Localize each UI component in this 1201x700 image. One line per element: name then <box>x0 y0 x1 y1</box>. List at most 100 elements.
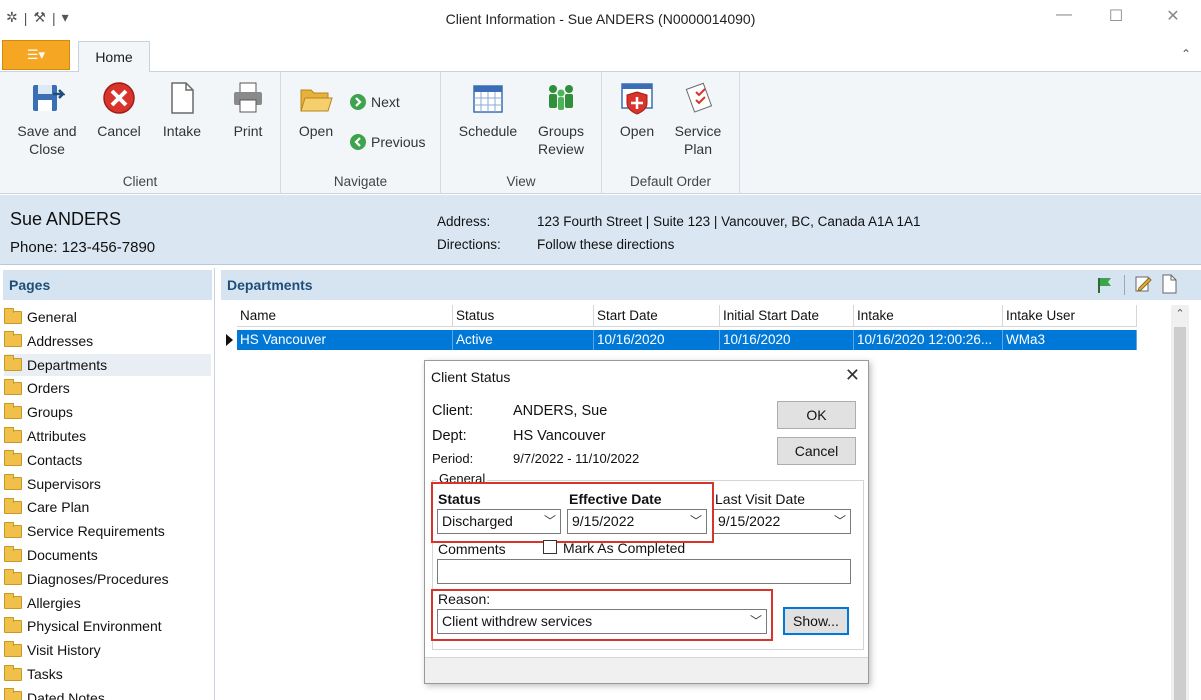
column-header[interactable]: Intake <box>854 305 1003 327</box>
sidebar-item-label: Tasks <box>27 666 63 682</box>
sidebar-item-orders[interactable]: Orders <box>4 377 211 399</box>
comments-label: Comments <box>438 541 506 557</box>
folder-icon <box>4 402 22 419</box>
table-cell: WMa3 <box>1003 330 1137 350</box>
address-label: Address: <box>437 214 491 229</box>
cancel-ribbon-label: Cancel <box>97 123 141 139</box>
groups-review-button[interactable]: Groups Review <box>529 80 593 158</box>
save-and-close-button[interactable]: Save and Close <box>10 80 84 158</box>
sidebar-item-groups[interactable]: Groups <box>4 401 211 423</box>
directions-value: Follow these directions <box>537 237 675 252</box>
column-header[interactable]: Initial Start Date <box>720 305 854 327</box>
folder-icon <box>4 355 22 372</box>
last-visit-date-picker[interactable]: 9/15/2022 ﹀ <box>713 509 851 534</box>
schedule-button[interactable]: Schedule <box>453 80 523 140</box>
people-group-icon <box>549 85 573 110</box>
sidebar-item-departments[interactable]: Departments <box>4 353 211 376</box>
dialog-close-icon[interactable]: ✕ <box>845 365 860 386</box>
sidebar-item-label: General <box>27 309 77 325</box>
sidebar-item-label: Addresses <box>27 332 94 349</box>
ribbon-group-label: Default Order <box>629 174 712 189</box>
sidebar-item-documents[interactable]: Documents <box>4 544 211 566</box>
dialog-status-strip <box>425 657 868 683</box>
sidebar-item-dated-notes[interactable]: Dated Notes <box>4 687 211 700</box>
sidebar-item-care-plan[interactable]: Care Plan <box>4 496 211 518</box>
ribbon-group-client: Save and Close Cancel Intake Print Clien… <box>0 72 281 194</box>
sidebar-item-label: Care Plan <box>27 499 90 516</box>
print-button[interactable]: Print <box>221 80 275 140</box>
sidebar-item-label: Allergies <box>27 594 81 611</box>
directions-label: Directions: <box>437 237 501 252</box>
cancel-ribbon-button[interactable]: Cancel <box>92 80 146 140</box>
sidebar-item-physical-environment[interactable]: Physical Environment <box>4 615 211 637</box>
comments-input[interactable] <box>437 559 851 584</box>
column-header[interactable]: Status <box>453 305 594 327</box>
maximize-button[interactable]: ☐ <box>1104 6 1128 26</box>
edit-note-icon[interactable] <box>1134 275 1152 293</box>
client-value: ANDERS, Sue <box>513 403 608 419</box>
sidebar-item-label: Physical Environment <box>27 618 162 635</box>
service-plan-button[interactable]: Service Plan <box>670 80 726 158</box>
previous-button[interactable]: Previous <box>349 133 425 151</box>
tab-home[interactable]: Home <box>78 41 150 73</box>
cancel-icon <box>103 82 135 114</box>
menu-icon: ☰▾ <box>26 47 46 62</box>
sidebar-item-contacts[interactable]: Contacts <box>4 449 211 471</box>
service-plan-label: Service Plan <box>674 123 722 157</box>
sidebar-item-general[interactable]: General <box>4 306 211 328</box>
open-button[interactable]: Open <box>289 80 343 140</box>
open-order-button[interactable]: Open <box>610 80 664 140</box>
minimize-button[interactable]: — <box>1052 6 1076 24</box>
next-button[interactable]: Next <box>349 93 400 111</box>
sidebar-item-label: Diagnoses/Procedures <box>27 570 169 587</box>
ok-button[interactable]: OK <box>777 401 856 429</box>
mark-completed-checkbox[interactable] <box>543 540 557 554</box>
show-button[interactable]: Show... <box>783 607 849 635</box>
previous-label: Previous <box>371 134 426 150</box>
previous-arrow-icon <box>350 134 366 150</box>
close-window-button[interactable]: ✕ <box>1161 6 1185 26</box>
folder-icon <box>4 569 22 586</box>
sidebar-item-diagnoses-procedures[interactable]: Diagnoses/Procedures <box>4 568 211 590</box>
new-document-icon[interactable] <box>1161 274 1177 294</box>
sidebar-item-visit-history[interactable]: Visit History <box>4 639 211 661</box>
mark-completed-label: Mark As Completed <box>563 540 686 556</box>
window-title: Client Information - Sue ANDERS (N000001… <box>445 11 756 27</box>
scroll-up-icon[interactable]: ⌃ <box>1171 307 1189 320</box>
cancel-button[interactable]: Cancel <box>777 437 856 465</box>
sidebar-item-label: Departments <box>27 356 108 373</box>
sidebar-item-allergies[interactable]: Allergies <box>4 592 211 614</box>
folder-icon <box>4 521 22 538</box>
sidebar-item-attributes[interactable]: Attributes <box>4 425 211 447</box>
document-icon <box>171 82 194 114</box>
sidebar-item-label: Orders <box>27 380 70 397</box>
folder-icon <box>4 688 22 700</box>
collapse-ribbon-icon[interactable]: ⌃ <box>1181 47 1191 61</box>
order-shield-icon <box>621 83 653 115</box>
sidebar-item-supervisors[interactable]: Supervisors <box>4 473 211 495</box>
sidebar-item-label: Contacts <box>27 451 83 468</box>
calendar-icon <box>473 85 503 113</box>
next-arrow-icon <box>350 94 366 110</box>
folder-icon <box>4 307 22 324</box>
intake-button[interactable]: Intake <box>155 80 209 140</box>
column-header[interactable]: Start Date <box>594 305 720 327</box>
sidebar-item-service-requirements[interactable]: Service Requirements <box>4 520 211 542</box>
open-folder-icon <box>300 89 333 112</box>
reason-highlight-box <box>431 589 773 641</box>
period-label: Period: <box>432 451 474 466</box>
scroll-thumb[interactable] <box>1174 327 1186 700</box>
flag-icon[interactable] <box>1095 276 1113 294</box>
ribbon-group-label: View <box>506 174 536 189</box>
sidebar-item-tasks[interactable]: Tasks <box>4 663 211 685</box>
sidebar-item-label: Service Requirements <box>27 523 165 540</box>
departments-title: Departments <box>227 277 313 293</box>
chevron-down-icon: ﹀ <box>833 514 846 528</box>
vertical-scrollbar[interactable]: ⌃ <box>1171 305 1189 700</box>
file-menu-button[interactable]: ☰▾ <box>2 40 70 70</box>
column-header[interactable]: Intake User <box>1003 305 1137 327</box>
folder-icon <box>4 664 22 681</box>
column-header[interactable]: Name <box>237 305 453 327</box>
status-highlight-box <box>431 482 714 543</box>
sidebar-item-addresses[interactable]: Addresses <box>4 330 211 352</box>
